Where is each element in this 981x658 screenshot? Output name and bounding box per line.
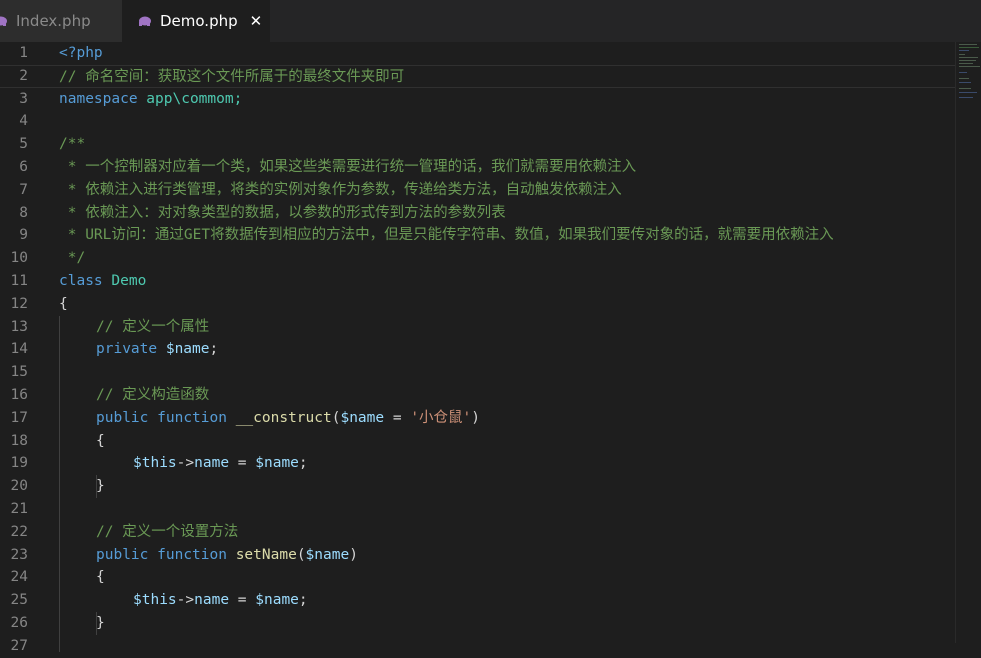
code-line: public function setName($name): [96, 546, 358, 563]
code-line-current: // 命名空间：获取这个文件所属于的最终文件夹即可: [0, 64, 955, 88]
code-line: /**: [59, 136, 86, 153]
code-line: {: [96, 569, 105, 586]
line-number: 24: [10, 569, 28, 586]
close-icon[interactable]: ✕: [250, 12, 263, 30]
line-number: 15: [10, 364, 28, 381]
line-number: 7: [19, 181, 28, 198]
line-number: 13: [10, 318, 28, 335]
line-number: 21: [10, 501, 28, 517]
line-number: 26: [10, 615, 28, 631]
line-number: 11: [10, 273, 28, 289]
php-elephant-icon: [139, 16, 151, 26]
line-number: 14: [10, 341, 28, 358]
line-number: 17: [10, 409, 28, 426]
code-line: // 定义一个属性: [96, 318, 210, 335]
code-line: * 依赖注入进行类管理，将类的实例对象作为参数，传递给类方法，自动触发依赖注入: [59, 181, 622, 198]
code-line: private $name;: [96, 341, 219, 358]
line-number: 23: [10, 546, 28, 563]
php-elephant-icon: [0, 16, 7, 26]
code-line: $this->name = $name;: [133, 592, 308, 609]
line-number: 27: [10, 637, 28, 654]
line-number: 6: [19, 159, 28, 175]
line-number: 25: [10, 592, 28, 609]
code-line: {: [96, 432, 105, 449]
line-number: 1: [19, 45, 28, 61]
tab-label: Index.php: [16, 12, 91, 30]
code-line: public function __construct($name = '小仓鼠…: [96, 409, 481, 426]
line-number: 9: [19, 227, 28, 244]
line-number: 4: [19, 113, 28, 130]
line-number: 18: [10, 432, 28, 449]
tab-label: Demo.php: [160, 12, 238, 30]
code-line: {: [59, 295, 68, 312]
line-number: 19: [10, 455, 28, 472]
code-editor[interactable]: 1 2 3 4 5 6 7 8 9 10 11 12 13 14 15 16 1…: [0, 42, 955, 654]
code-line: class Demo: [59, 273, 147, 289]
line-number: 8: [19, 204, 28, 221]
line-number: 10: [10, 250, 28, 267]
code-line: * 依赖注入：对对象类型的数据，以参数的形式传到方法的参数列表: [59, 204, 506, 221]
code-line: $this->name = $name;: [133, 455, 308, 472]
code-line: }: [96, 615, 105, 631]
code-area[interactable]: <?php // 命名空间：获取这个文件所属于的最终文件夹即可 namespac…: [0, 42, 955, 652]
tab-demo-php[interactable]: Demo.php ✕: [122, 0, 270, 42]
code-line: }: [96, 478, 105, 495]
line-number: 3: [19, 90, 28, 107]
tab-bar: Index.php Demo.php ✕: [0, 0, 981, 42]
line-number-gutter: 1 2 3 4 5 6 7 8 9 10 11 12 13 14 15 16 1…: [0, 42, 40, 654]
indent-guide: [59, 315, 60, 652]
minimap[interactable]: [955, 42, 981, 643]
code-line: */: [59, 250, 86, 267]
tab-index-php[interactable]: Index.php: [0, 0, 122, 42]
line-number: 22: [10, 523, 28, 540]
code-line: // 定义构造函数: [96, 387, 210, 403]
line-number: 16: [10, 387, 28, 403]
line-number: 12: [10, 295, 28, 312]
line-number: 5: [19, 136, 28, 153]
code-line: // 定义一个设置方法: [96, 523, 239, 540]
code-line: * URL访问：通过GET将数据传到相应的方法中，但是只能传字符串、数值，如果我…: [59, 227, 834, 244]
code-line: <?php: [59, 45, 103, 61]
code-line: namespace app\commom;: [59, 90, 243, 107]
code-line: * 一个控制器对应着一个类，如果这些类需要进行统一管理的话，我们就需要用依赖注入: [59, 159, 637, 175]
line-number: 20: [10, 478, 28, 495]
